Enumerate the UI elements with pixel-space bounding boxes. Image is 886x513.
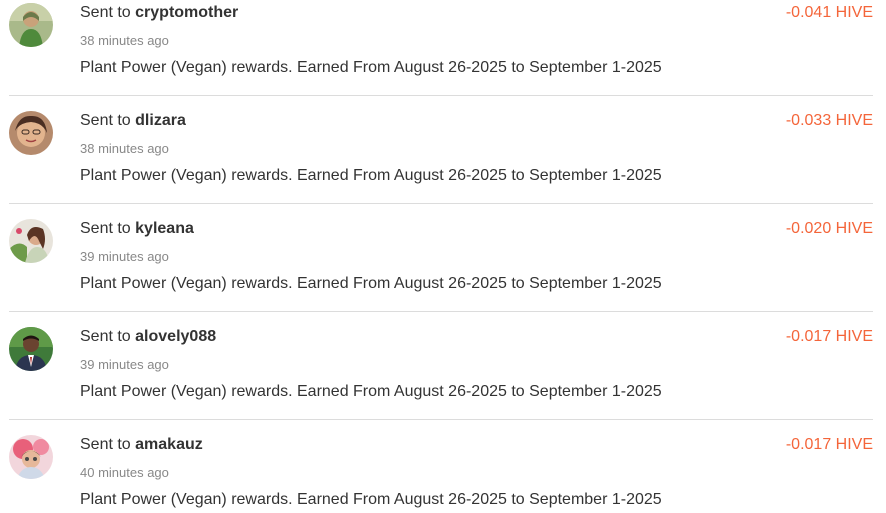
timestamp: 39 minutes ago — [80, 249, 169, 264]
transaction-row: Sent to kyleana 39 minutes ago Plant Pow… — [0, 205, 886, 313]
recipient-username-link[interactable]: dlizara — [135, 112, 186, 129]
row-divider — [9, 419, 873, 420]
avatar-image — [9, 111, 53, 155]
row-divider — [9, 95, 873, 96]
transfer-description: Sent to amakauz — [80, 436, 203, 454]
transfer-memo: Plant Power (Vegan) rewards. Earned From… — [80, 59, 662, 76]
recipient-username-link[interactable]: alovely088 — [135, 328, 216, 345]
recipient-username-link[interactable]: kyleana — [135, 220, 194, 237]
row-divider — [9, 311, 873, 312]
user-avatar[interactable] — [9, 3, 53, 47]
avatar-image — [9, 435, 53, 479]
transfer-amount: -0.033 HIVE — [785, 112, 873, 129]
transfer-description: Sent to alovely088 — [80, 328, 216, 346]
transaction-row: Sent to alovely088 39 minutes ago Plant … — [0, 313, 886, 421]
transfer-amount: -0.017 HIVE — [785, 436, 873, 453]
transaction-row: Sent to cryptomother 38 minutes ago Plan… — [0, 0, 886, 97]
transfer-memo: Plant Power (Vegan) rewards. Earned From… — [80, 275, 662, 292]
transfer-description: Sent to dlizara — [80, 112, 186, 130]
avatar-image — [9, 327, 53, 371]
user-avatar[interactable] — [9, 327, 53, 371]
recipient-username-link[interactable]: cryptomother — [135, 4, 238, 21]
transfer-prefix: Sent to — [80, 112, 131, 129]
transfer-amount: -0.017 HIVE — [785, 328, 873, 345]
user-avatar[interactable] — [9, 435, 53, 479]
row-divider — [9, 203, 873, 204]
transaction-list: Sent to cryptomother 38 minutes ago Plan… — [0, 0, 886, 513]
transaction-row: Sent to amakauz 40 minutes ago Plant Pow… — [0, 421, 886, 513]
transfer-prefix: Sent to — [80, 220, 131, 237]
user-avatar[interactable] — [9, 111, 53, 155]
transfer-memo: Plant Power (Vegan) rewards. Earned From… — [80, 491, 662, 508]
recipient-username-link[interactable]: amakauz — [135, 436, 203, 453]
timestamp: 40 minutes ago — [80, 465, 169, 480]
transfer-prefix: Sent to — [80, 4, 131, 21]
timestamp: 38 minutes ago — [80, 141, 169, 156]
avatar-image — [9, 3, 53, 47]
transfer-amount: -0.020 HIVE — [785, 220, 873, 237]
user-avatar[interactable] — [9, 219, 53, 263]
avatar-image — [9, 219, 53, 263]
transfer-prefix: Sent to — [80, 436, 131, 453]
transfer-prefix: Sent to — [80, 328, 131, 345]
transfer-memo: Plant Power (Vegan) rewards. Earned From… — [80, 167, 662, 184]
transfer-description: Sent to cryptomother — [80, 4, 238, 22]
timestamp: 39 minutes ago — [80, 357, 169, 372]
transfer-description: Sent to kyleana — [80, 220, 194, 238]
transfer-amount: -0.041 HIVE — [785, 4, 873, 21]
transaction-row: Sent to dlizara 38 minutes ago Plant Pow… — [0, 97, 886, 205]
transfer-memo: Plant Power (Vegan) rewards. Earned From… — [80, 383, 662, 400]
timestamp: 38 minutes ago — [80, 33, 169, 48]
